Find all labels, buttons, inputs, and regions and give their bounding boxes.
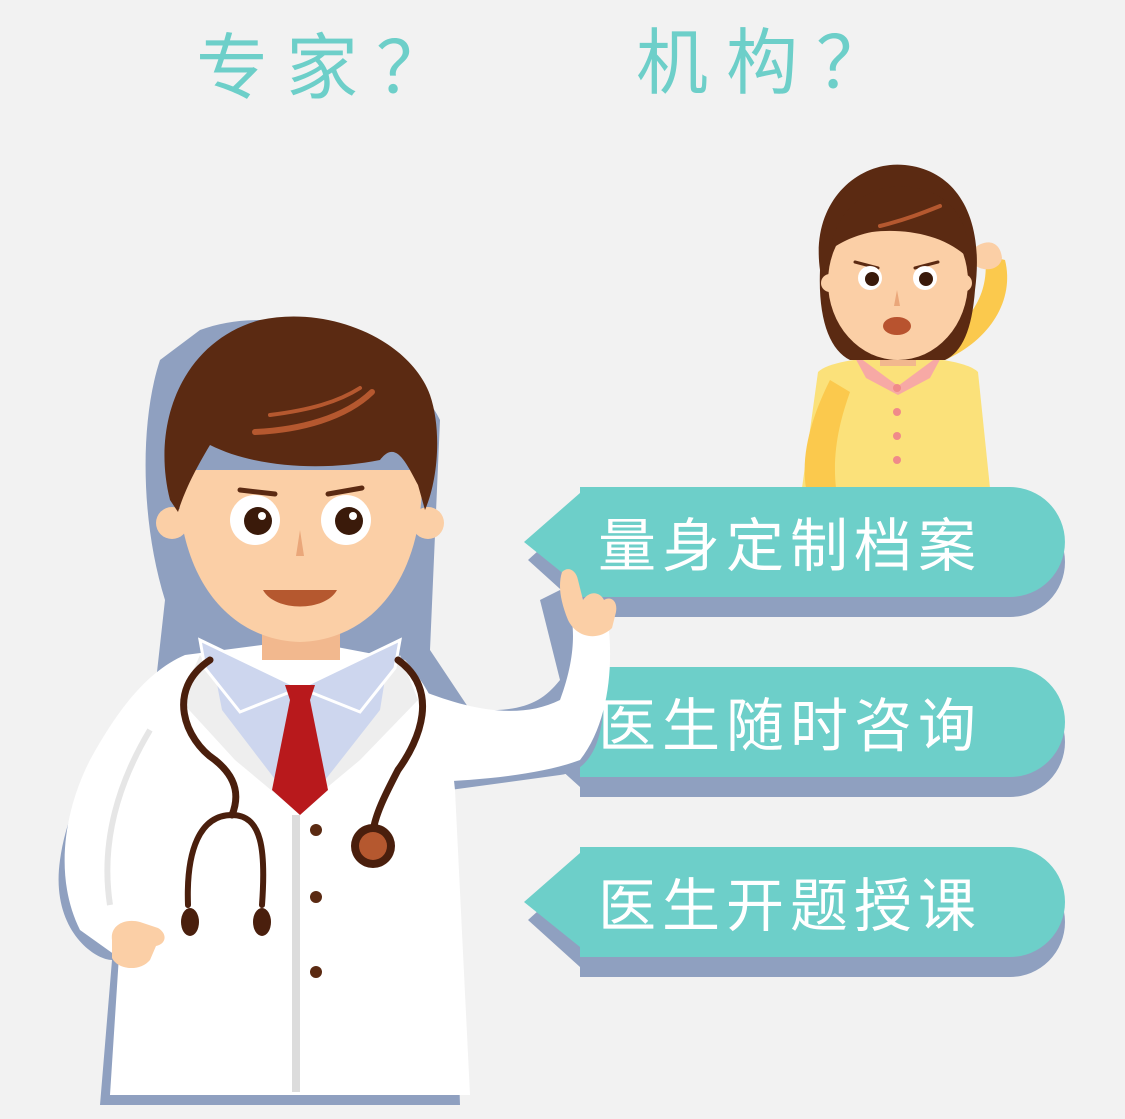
service-label-doctor-lecture: 医生开题授课 (598, 872, 982, 940)
service-label-doctor-consult: 医生随时咨询 (598, 692, 982, 760)
service-label-custom-profile: 量身定制档案 (598, 512, 982, 580)
question-experts: 专家？ (196, 26, 466, 110)
confused-woman (802, 164, 1008, 488)
doctor-character (58, 316, 617, 1105)
service-bubble-custom-profile: 量身定制档案 (524, 487, 1065, 617)
service-bubble-doctor-lecture: 医生开题授课 (524, 847, 1065, 977)
illustration-canvas: 专家？ 机构？ 量身定制档案 医生随时咨询 医生开题授课 (0, 0, 1125, 1119)
question-institutions: 机构？ (636, 21, 906, 105)
